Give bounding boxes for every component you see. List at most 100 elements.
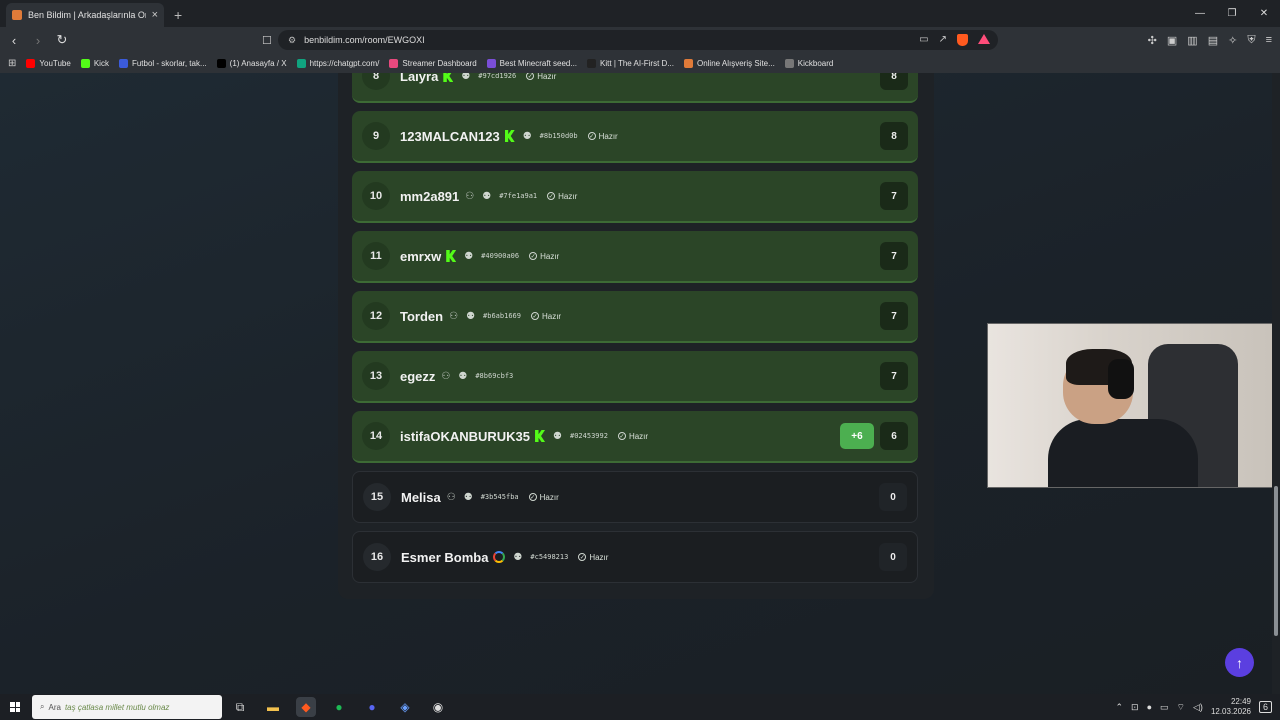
check-icon: ✓ xyxy=(587,132,596,140)
windows-taskbar: ⌕ Ara taş çatlasa millet mutlu olmaz ⧉ ▬… xyxy=(0,694,1280,720)
bookmark-label: Kitt | The AI-First D... xyxy=(600,58,674,68)
add-friend-icon[interactable]: ⚉ xyxy=(464,251,473,262)
player-id: #3b545fba xyxy=(480,493,519,501)
brave-shields-icon[interactable] xyxy=(957,34,968,46)
add-friend-icon[interactable]: ⚉ xyxy=(482,191,491,202)
kick-icon xyxy=(446,250,457,262)
bookmark-label: (1) Anasayfa / X xyxy=(229,58,287,68)
player-rank: 12 xyxy=(362,302,390,330)
tray-overflow-icon[interactable]: ⌃ xyxy=(1116,702,1124,713)
add-friend-icon[interactable]: ⚉ xyxy=(466,311,475,322)
bookmark-item[interactable]: Streamer Dashboard xyxy=(389,58,477,68)
player-score: 8 xyxy=(880,73,908,90)
player-score: 7 xyxy=(880,182,908,210)
bookmark-item[interactable]: Best Minecraft seed... xyxy=(486,58,577,68)
obs-icon[interactable]: ◉ xyxy=(428,697,448,717)
tab-close-button[interactable]: × xyxy=(152,9,158,21)
bookmark-item[interactable]: (1) Anasayfa / X xyxy=(216,58,287,68)
wifi-icon[interactable]: ⌔ xyxy=(1177,702,1185,713)
ready-status: ✓ Hazır xyxy=(528,493,559,502)
forward-icon[interactable]: › xyxy=(28,33,48,48)
brave-rewards-icon[interactable] xyxy=(978,34,990,44)
player-row: 11 emrxw ⚉ #40900a06 ✓ Hazır 7 xyxy=(352,231,918,283)
new-tab-button[interactable]: + xyxy=(174,7,182,23)
player-name: Melisa xyxy=(401,489,441,505)
ready-label: Hazır xyxy=(537,73,557,81)
media-icon[interactable]: ▣ xyxy=(1167,34,1177,47)
bookmark-item[interactable]: YouTube xyxy=(26,58,71,68)
user-icon: ⚇ xyxy=(441,370,451,382)
volume-icon[interactable]: ◁) xyxy=(1193,702,1203,713)
player-row: 12 Torden ⚇ ⚉ #b6ab1669 ✓ Hazır 7 xyxy=(352,291,918,343)
leo-ai-icon[interactable]: ✧ xyxy=(1228,34,1237,47)
reload-icon[interactable]: ↻ xyxy=(52,32,72,48)
mic-icon[interactable]: ● xyxy=(1147,702,1152,712)
app-icon-blue[interactable]: ◈ xyxy=(395,697,415,717)
back-icon[interactable]: ‹ xyxy=(4,33,24,48)
player-score: 0 xyxy=(879,543,907,571)
add-friend-icon[interactable]: ⚉ xyxy=(464,492,473,503)
add-friend-icon[interactable]: ⚉ xyxy=(458,371,467,382)
user-icon: ⚇ xyxy=(449,310,459,322)
bookmark-item[interactable]: https://chatgpt.com/ xyxy=(296,58,379,68)
page-scrollbar[interactable] xyxy=(1272,73,1280,694)
vpn-icon[interactable]: ⛨ xyxy=(1247,34,1255,47)
file-explorer-icon[interactable]: ▬ xyxy=(263,697,283,717)
ready-label: Hazır xyxy=(541,311,562,321)
cast-icon[interactable]: ▭ xyxy=(919,34,928,46)
menu-icon[interactable]: ≡ xyxy=(1266,34,1272,47)
bookmark-item[interactable]: Online Alışveriş Site... xyxy=(683,58,775,68)
maximize-button[interactable]: ❐ xyxy=(1216,0,1248,26)
wallet-icon[interactable]: ▤ xyxy=(1208,34,1218,47)
bookmark-favicon-icon xyxy=(683,58,693,68)
display-icon[interactable]: ▭ xyxy=(1160,702,1169,713)
ready-label: Hazır xyxy=(540,251,560,261)
scroll-to-top-button[interactable]: ↑ xyxy=(1225,648,1254,677)
add-friend-icon[interactable]: ⚉ xyxy=(461,73,470,82)
player-row: 14 istifaOKANBURUK35 ⚉ #02453992 ✓ Hazır +6 6 xyxy=(352,411,918,463)
extensions-icon[interactable]: ✣ xyxy=(1148,34,1157,47)
notifications-icon[interactable]: 6 xyxy=(1258,701,1272,713)
discord-icon[interactable]: ● xyxy=(362,697,382,717)
tab-active[interactable]: Ben Bildim | Arkadaşlarınla Onlin × xyxy=(6,3,164,27)
share-icon[interactable]: ↗ xyxy=(939,34,947,46)
taskbar-search[interactable]: ⌕ Ara taş çatlasa millet mutlu olmaz xyxy=(32,695,222,719)
clock-time: 22:49 xyxy=(1230,697,1251,706)
bookmark-icon[interactable]: ☐ xyxy=(262,34,272,47)
player-rank: 9 xyxy=(362,122,390,150)
bookmark-item[interactable]: Kick xyxy=(80,58,109,68)
player-score: 8 xyxy=(880,122,908,150)
site-info-icon[interactable]: ⚙ xyxy=(288,35,296,46)
spotify-icon[interactable]: ● xyxy=(329,697,349,717)
add-friend-icon[interactable]: ⚉ xyxy=(523,131,532,142)
url-bar[interactable]: ☐ ⚙ benbildim.com/room/EWGOXI ▭ ↗ xyxy=(262,30,998,50)
user-icon: ⚇ xyxy=(446,491,456,503)
user-icon: ⚇ xyxy=(465,190,475,202)
check-icon: ✓ xyxy=(578,553,587,561)
player-id: #8b150d0b xyxy=(539,132,578,140)
check-icon: ✓ xyxy=(526,73,535,80)
add-friend-icon[interactable]: ⚉ xyxy=(553,431,562,442)
windows-start-icon[interactable] xyxy=(10,702,20,712)
ready-status: ✓ Hazır xyxy=(526,73,556,81)
task-view-icon[interactable]: ⧉ xyxy=(230,697,250,717)
scrollbar-thumb[interactable] xyxy=(1274,486,1278,636)
bookmark-favicon-icon xyxy=(26,58,36,68)
bookmark-item[interactable]: Kitt | The AI-First D... xyxy=(587,58,674,68)
bookmark-item[interactable]: Kickboard xyxy=(784,58,833,68)
player-score: 7 xyxy=(880,242,908,270)
search-icon: ⌕ xyxy=(40,702,45,711)
minimize-button[interactable]: — xyxy=(1184,0,1216,26)
bookmark-favicon-icon xyxy=(486,58,496,68)
close-window-button[interactable]: ✕ xyxy=(1248,0,1280,26)
search-placeholder: Ara xyxy=(48,702,61,712)
bookmark-item[interactable]: Futbol - skorlar, tak... xyxy=(118,58,207,68)
address-toolbar: ‹ › ↻ ☐ ⚙ benbildim.com/room/EWGOXI ▭ ↗ … xyxy=(0,27,1280,53)
network-tray-icon[interactable]: ⊡ xyxy=(1131,702,1139,713)
apps-icon[interactable]: ⊞ xyxy=(8,58,16,69)
add-friend-icon[interactable]: ⚉ xyxy=(513,552,522,563)
clock[interactable]: 22:49 12.03.2026 xyxy=(1211,697,1251,717)
brave-browser-icon[interactable]: ◆ xyxy=(296,697,316,717)
sidebar-icon[interactable]: ▥ xyxy=(1187,34,1197,47)
player-id: #40900a06 xyxy=(481,252,520,260)
